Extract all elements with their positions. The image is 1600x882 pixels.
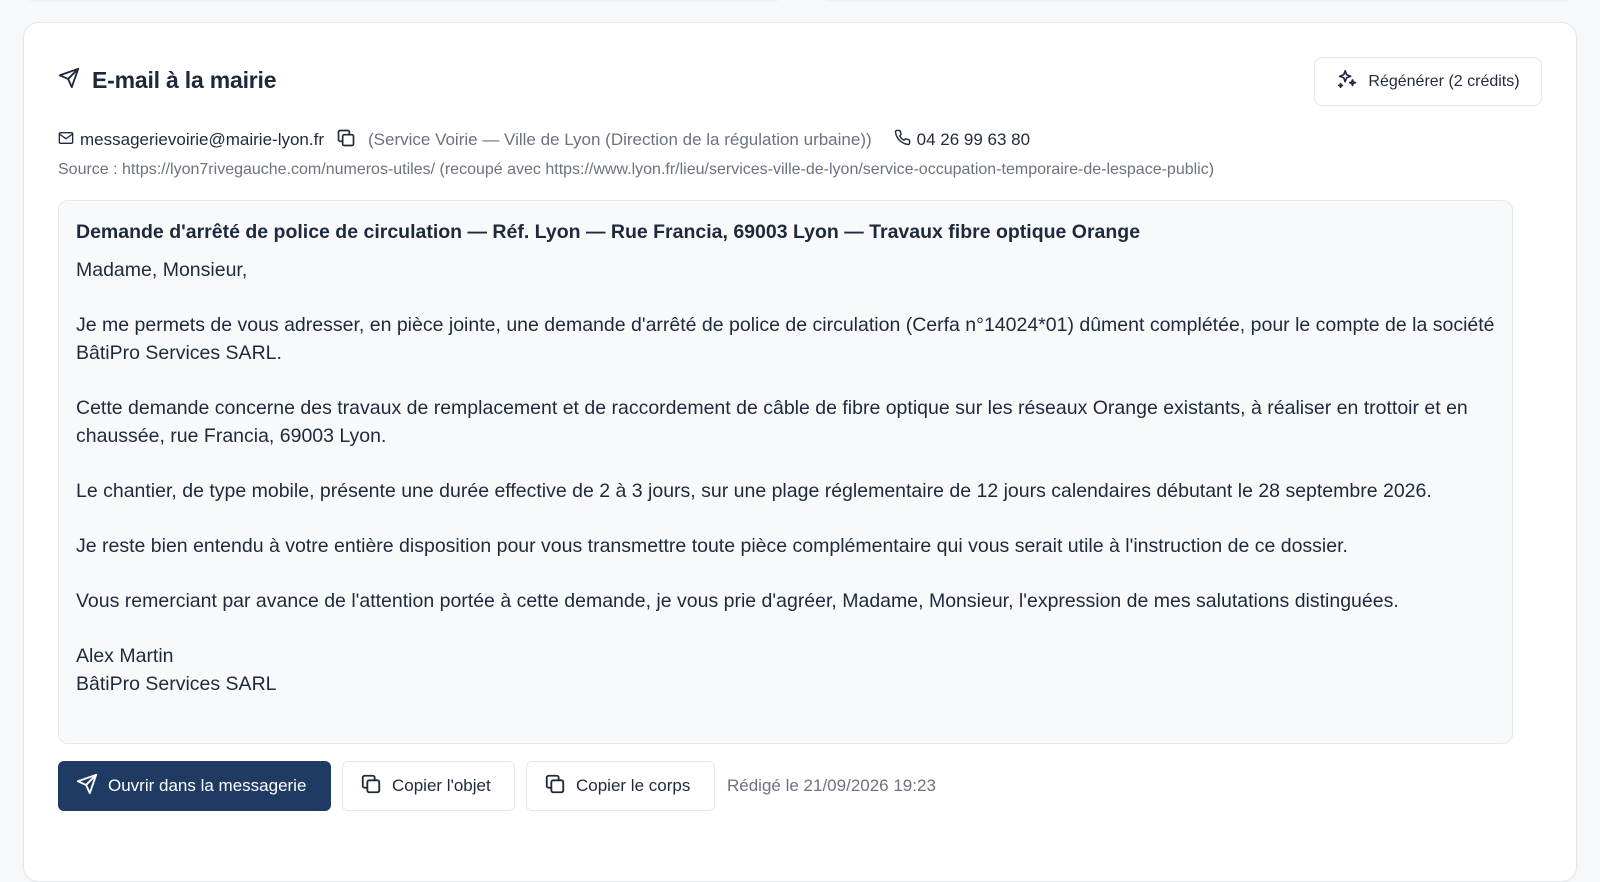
email-subject: Demande d'arrêté de police de circulatio… — [76, 221, 1141, 243]
footer-actions: Ouvrir dans la messagerie Copier l'objet… — [58, 761, 936, 811]
copy-email-icon[interactable] — [324, 128, 368, 153]
email-paragraph: Cette demande concerne des travaux de re… — [76, 396, 1468, 447]
email-paragraph: Je me permets de vous adresser, en pièce… — [76, 314, 1495, 364]
copy-icon — [544, 773, 566, 800]
signature-name: Alex Martin — [76, 645, 174, 668]
regenerate-button[interactable]: Régénérer (2 crédits) — [1314, 57, 1542, 106]
copy-icon — [360, 773, 382, 800]
source-text: Source : https://lyon7rivegauche.com/num… — [58, 161, 1215, 178]
copy-subject-label: Copier l'objet — [392, 776, 491, 795]
email-paragraph: Je reste bien entendu à votre entière di… — [76, 534, 1348, 557]
signature-company: BâtiPro Services SARL — [76, 672, 277, 695]
send-icon — [76, 773, 98, 800]
sparkles-icon — [1336, 68, 1358, 95]
copy-subject-button[interactable]: Copier l'objet — [342, 761, 515, 811]
mail-icon — [58, 130, 80, 151]
contact-row: messagerievoirie@mairie-lyon.fr (Service… — [58, 128, 1030, 152]
email-paragraph: Le chantier, de type mobile, présente un… — [76, 479, 1432, 502]
email-greeting: Madame, Monsieur, — [76, 259, 248, 281]
send-icon — [58, 67, 80, 94]
phone-icon — [872, 129, 917, 151]
card-title: E-mail à la mairie — [92, 67, 277, 93]
email-paragraph: Vous remerciant par avance de l'attentio… — [76, 590, 1399, 613]
phone-number: 04 26 99 63 80 — [916, 130, 1031, 149]
card-header: E-mail à la mairie — [58, 67, 277, 94]
email-body: Madame, Monsieur, Je me permets de vous … — [76, 257, 1495, 699]
copy-body-button[interactable]: Copier le corps — [526, 761, 715, 811]
drafted-timestamp: Rédigé le 21/09/2026 19:23 — [727, 776, 936, 795]
email-card: E-mail à la mairie Régénérer (2 crédits)… — [23, 22, 1577, 882]
open-in-mail-label: Ouvrir dans la messagerie — [108, 776, 307, 795]
recipient-email: messagerievoirie@mairie-lyon.fr — [80, 130, 324, 149]
service-name: (Service Voirie — Ville de Lyon (Directi… — [368, 130, 872, 149]
email-body-box: Demande d'arrêté de police de circulatio… — [58, 200, 1513, 744]
regenerate-label: Régénérer (2 crédits) — [1368, 72, 1520, 90]
open-in-mail-button[interactable]: Ouvrir dans la messagerie — [58, 761, 331, 811]
copy-body-label: Copier le corps — [576, 776, 691, 795]
